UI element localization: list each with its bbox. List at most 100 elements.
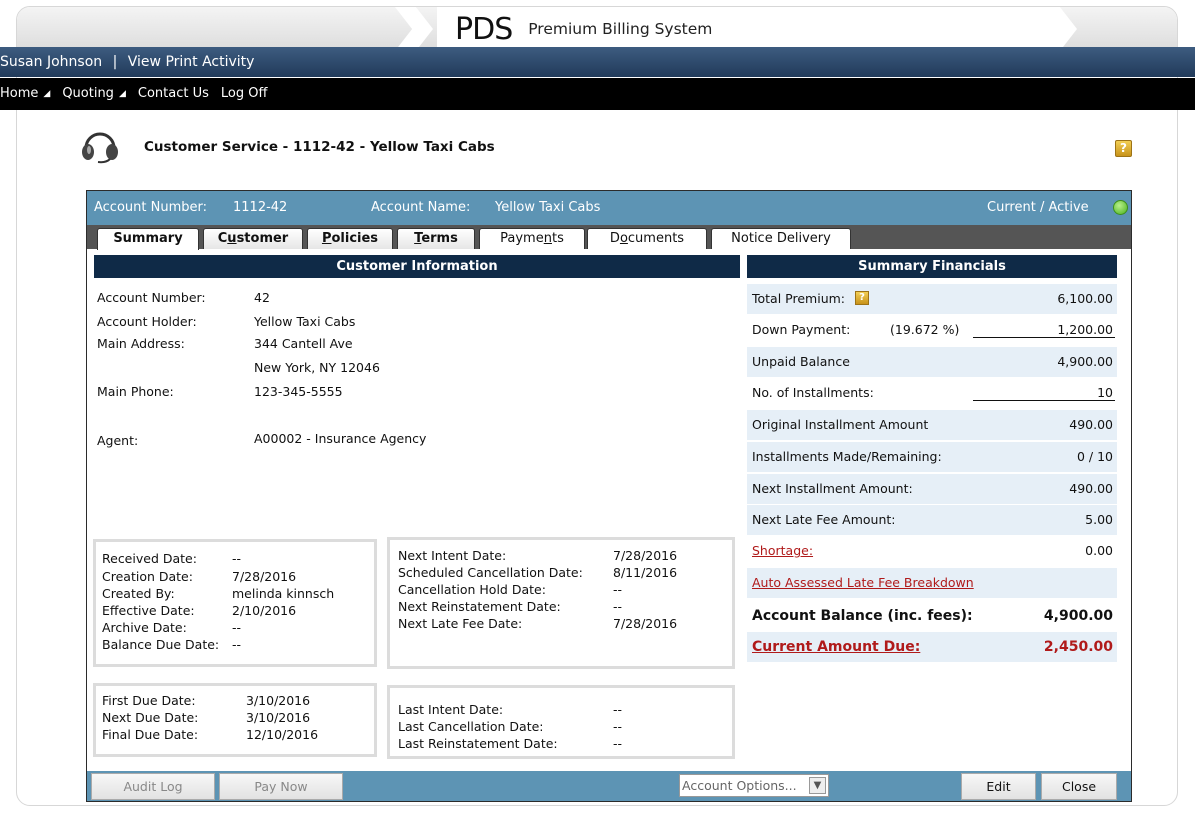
unpaid-balance-row: Unpaid Balance 4,900.00 (747, 347, 1117, 377)
last-label: Last Reinstatement Date: (398, 736, 558, 751)
due-value: 3/10/2016 (246, 693, 311, 708)
tab-payments[interactable]: Payments (479, 228, 585, 249)
tab-customer[interactable]: Customer (203, 228, 303, 249)
summary-financials-heading: Summary Financials (747, 255, 1117, 278)
due-label: First Due Date: (102, 693, 196, 708)
system-name: Premium Billing System (528, 20, 713, 38)
installments-made-row: Installments Made/Remaining: 0 / 10 (747, 442, 1117, 472)
close-button[interactable]: Close (1041, 773, 1117, 800)
user-bar: Susan Johnson | View Print Activity (0, 47, 1195, 77)
separator: | (112, 54, 118, 70)
account-options-select[interactable]: Account Options... ▼ (679, 774, 829, 797)
logo-mark: PDS (455, 11, 513, 47)
info-value: A00002 - Insurance Agency (254, 431, 427, 446)
tab-documents[interactable]: Documents (587, 228, 707, 249)
date-label: Received Date: (102, 551, 197, 566)
intent-label: Next Intent Date: (398, 548, 507, 563)
intent-box: Next Intent Date: 7/28/2016 Scheduled Ca… (387, 537, 735, 669)
underline-rule (973, 400, 1115, 401)
tab-notice-delivery[interactable]: Notice Delivery (711, 228, 851, 249)
installments-row: No. of Installments: 10 (752, 385, 1115, 401)
current-amount-due-link[interactable]: Current Amount Due: (752, 632, 920, 662)
shortage-row: Shortage: 0.00 (747, 536, 1117, 566)
info-value: Yellow Taxi Cabs (254, 314, 356, 329)
dates-box: Received Date: -- Creation Date: 7/28/20… (93, 539, 377, 667)
page-header: Customer Service - 1112-42 - Yellow Taxi… (80, 132, 495, 164)
last-value: -- (613, 736, 623, 751)
account-balance-row: Account Balance (inc. fees): 4,900.00 (752, 608, 1113, 624)
bottom-toolbar: Audit Log Pay Now Account Options... ▼ E… (87, 771, 1131, 801)
date-value: 7/28/2016 (232, 569, 297, 584)
next-late-fee-row: Next Late Fee Amount: 5.00 (747, 505, 1117, 535)
user-name: Susan Johnson (0, 54, 103, 70)
next-installment-row: Next Installment Amount: 490.00 (747, 474, 1117, 504)
down-payment-row: Down Payment: (19.672 %) 1,200.00 (752, 322, 1115, 338)
banner-chevron-left (395, 7, 433, 51)
info-value: 123-345-5555 (254, 384, 343, 399)
account-number-value: 1112-42 (233, 200, 288, 215)
intent-value: 7/28/2016 (613, 616, 678, 631)
original-installment-row: Original Installment Amount 490.00 (747, 410, 1117, 440)
menu-item-quoting[interactable]: Quoting ◢ (62, 78, 126, 110)
shortage-link[interactable]: Shortage: (752, 536, 813, 566)
info-label: Main Phone: (97, 384, 174, 399)
date-label: Creation Date: (102, 569, 193, 584)
page-title: Customer Service - 1112-42 - Yellow Taxi… (144, 139, 495, 155)
top-banner: PDS Premium Billing System (17, 7, 1177, 51)
intent-value: -- (613, 582, 623, 597)
late-fee-breakdown-row: Auto Assessed Late Fee Breakdown (747, 568, 1117, 598)
customer-information-heading: Customer Information (94, 255, 740, 278)
menu-item-log-off[interactable]: Log Off (221, 78, 268, 110)
account-number-label: Account Number: (94, 200, 207, 215)
menu-item-home[interactable]: Home ◢ (0, 78, 50, 110)
audit-log-button[interactable]: Audit Log (91, 773, 215, 800)
current-amount-due-row: Current Amount Due: 2,450.00 (747, 632, 1117, 662)
logo: PDS Premium Billing System (437, 7, 1057, 51)
date-label: Archive Date: (102, 620, 187, 635)
tab-bar: Summary Customer Policies Terms Payments… (87, 225, 1131, 250)
late-fee-breakdown-link[interactable]: Auto Assessed Late Fee Breakdown (752, 568, 974, 598)
intent-value: 7/28/2016 (613, 548, 678, 563)
account-name-value: Yellow Taxi Cabs (495, 200, 601, 215)
date-value: melinda kinnsch (232, 586, 335, 601)
menu-arrow-icon: ◢ (118, 89, 126, 99)
intent-label: Scheduled Cancellation Date: (398, 565, 583, 580)
main-menu: Home ◢ Quoting ◢ Contact Us Log Off (0, 78, 1195, 110)
account-bar: Account Number: 1112-42 Account Name: Ye… (87, 191, 1131, 225)
intent-label: Cancellation Hold Date: (398, 582, 546, 597)
help-icon[interactable]: ? (1115, 140, 1132, 157)
info-label: Main Address: (97, 336, 185, 351)
total-premium-row: Total Premium: ? 6,100.00 (747, 284, 1117, 314)
account-panel: Account Number: 1112-42 Account Name: Ye… (86, 190, 1132, 802)
last-value: -- (613, 702, 623, 717)
tab-terms[interactable]: Terms (397, 228, 475, 249)
edit-button[interactable]: Edit (961, 773, 1036, 800)
tab-summary[interactable]: Summary (97, 228, 199, 250)
status-text: Current / Active (987, 200, 1089, 215)
due-label: Final Due Date: (102, 727, 199, 742)
last-label: Last Cancellation Date: (398, 719, 544, 734)
info-icon[interactable]: ? (855, 291, 869, 305)
date-value: -- (232, 637, 242, 652)
date-value: -- (232, 551, 242, 566)
status-active-icon (1113, 200, 1128, 215)
due-dates-box: First Due Date: 3/10/2016 Next Due Date:… (93, 683, 377, 757)
chevron-down-icon[interactable]: ▼ (809, 777, 826, 794)
info-label: Account Holder: (97, 314, 197, 329)
headset-icon (82, 132, 118, 164)
menu-arrow-icon: ◢ (43, 89, 51, 99)
date-value: -- (232, 620, 242, 635)
tab-policies[interactable]: Policies (307, 228, 393, 249)
date-label: Created By: (102, 586, 175, 601)
due-label: Next Due Date: (102, 710, 199, 725)
date-label: Effective Date: (102, 603, 195, 618)
due-value: 3/10/2016 (246, 710, 311, 725)
last-value: -- (613, 719, 623, 734)
date-label: Balance Due Date: (102, 637, 220, 652)
info-value: New York, NY 12046 (254, 360, 380, 375)
info-label: Account Number: (97, 290, 206, 305)
intent-label: Next Reinstatement Date: (398, 599, 561, 614)
pay-now-button[interactable]: Pay Now (219, 773, 343, 800)
menu-item-contact-us[interactable]: Contact Us (138, 78, 209, 110)
view-print-activity-link[interactable]: View Print Activity (128, 54, 255, 70)
